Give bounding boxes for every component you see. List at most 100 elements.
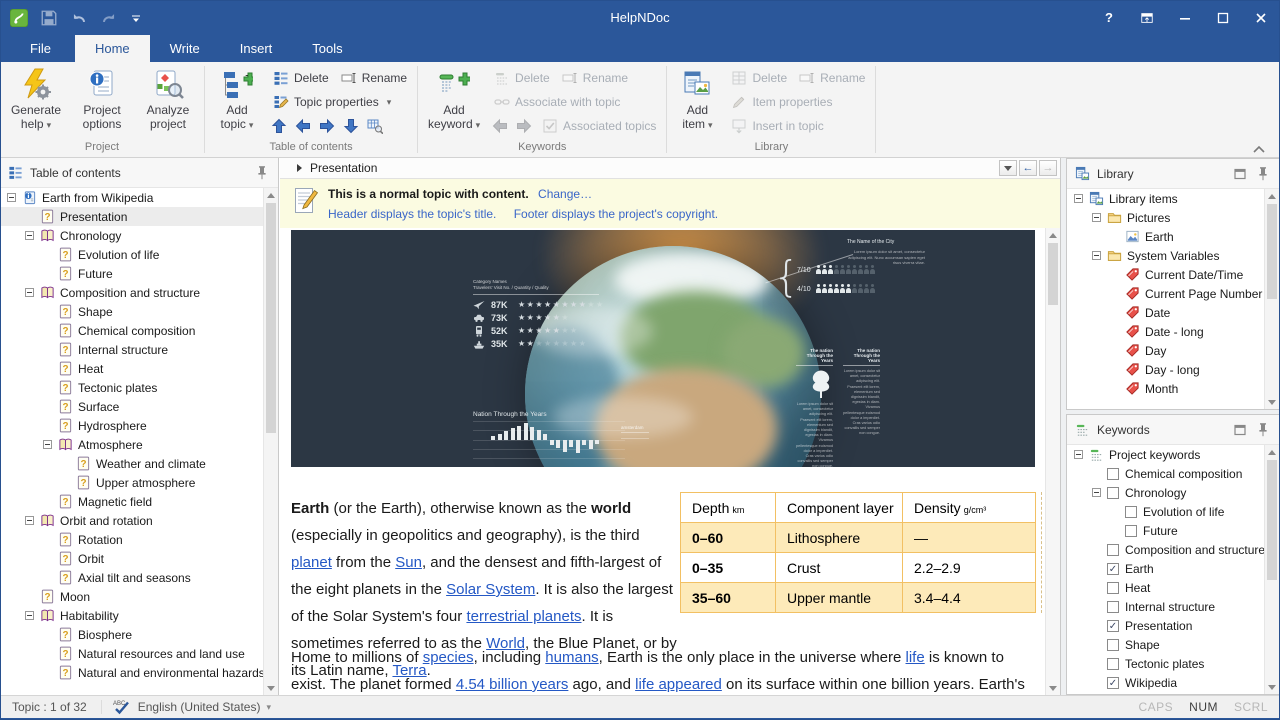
toc-tree-item[interactable]: Habitability — [0, 606, 263, 625]
keyword-checkbox[interactable] — [1125, 525, 1137, 537]
toc-tree-item[interactable]: ?Internal structure — [0, 340, 263, 359]
pin-icon[interactable] — [1255, 166, 1271, 182]
editor-scrollbar[interactable] — [1045, 228, 1060, 695]
table-header-cell[interactable]: Depthkm — [681, 493, 776, 523]
topic-link[interactable]: humans — [545, 649, 598, 666]
toc-tree-item[interactable]: ?Magnetic field — [0, 492, 263, 511]
rename-topic-button[interactable]: Rename — [335, 68, 413, 88]
toc-tree-item[interactable]: ?Heat — [0, 359, 263, 378]
topic-paragraph-2[interactable]: Home to millions of species, including h… — [291, 644, 1039, 695]
redo-icon[interactable] — [100, 9, 118, 27]
tree-expander-icon[interactable] — [25, 516, 34, 525]
keyword-tree-item[interactable]: Shape — [1067, 635, 1264, 654]
generate-help-button[interactable]: Generate help▾ — [4, 64, 68, 132]
keyword-tree-item[interactable]: Project keywords — [1067, 445, 1264, 464]
keyword-checkbox[interactable] — [1107, 468, 1119, 480]
tree-expander-icon[interactable] — [43, 440, 52, 449]
project-options-button[interactable]: Project options — [70, 64, 134, 131]
library-tree-item[interactable]: Current Date/Time — [1067, 265, 1264, 284]
add-keyword-button[interactable]: Add keyword▾ — [422, 64, 486, 132]
topic-link[interactable]: planet — [291, 554, 332, 571]
associate-with-topic-button[interactable]: Associate with topic — [488, 92, 626, 112]
minimize-button[interactable] — [1166, 0, 1204, 35]
keyword-tree-item[interactable]: Tectonic plates — [1067, 654, 1264, 673]
customize-quick-access-icon[interactable] — [130, 9, 142, 27]
topic-link[interactable]: life appeared — [635, 676, 722, 693]
keywords-scrollbar[interactable] — [1264, 445, 1279, 694]
topic-link[interactable]: terrestrial planets — [466, 608, 581, 625]
toc-tree-item[interactable]: ?Upper atmosphere — [0, 473, 263, 492]
toc-scrollbar[interactable] — [263, 188, 278, 695]
toc-tree-item[interactable]: ?Natural and environmental hazards — [0, 663, 263, 682]
note-change-link[interactable]: Change… — [538, 187, 592, 201]
tree-expander-icon[interactable] — [25, 231, 34, 240]
analyze-project-button[interactable]: Analyze project — [136, 64, 200, 131]
table-header-cell[interactable]: Component layer — [776, 493, 903, 523]
maximize-panel-icon[interactable] — [1232, 422, 1248, 438]
topic-caret-icon[interactable] — [297, 164, 302, 172]
prev-keyword-button[interactable] — [488, 116, 512, 136]
tab-insert[interactable]: Insert — [220, 35, 293, 62]
toc-tree-item[interactable]: ?Surface — [0, 397, 263, 416]
toc-tree-item[interactable]: ?Chemical composition — [0, 321, 263, 340]
keyword-checkbox[interactable]: ✓ — [1107, 620, 1119, 632]
keyword-checkbox[interactable] — [1125, 506, 1137, 518]
associated-topics-button[interactable]: Associated topics — [536, 116, 662, 136]
tab-tools[interactable]: Tools — [292, 35, 362, 62]
toc-tree-item[interactable]: Atmosphere — [0, 435, 263, 454]
library-tree-item[interactable]: Date — [1067, 303, 1264, 322]
maximize-button[interactable] — [1204, 0, 1242, 35]
library-tree-item[interactable]: Earth — [1067, 227, 1264, 246]
toc-tree-item[interactable]: Orbit and rotation — [0, 511, 263, 530]
help-button[interactable]: ? — [1090, 0, 1128, 35]
save-icon[interactable] — [40, 9, 58, 27]
toc-tree-item[interactable]: ?Biosphere — [0, 625, 263, 644]
toc-tree-item[interactable]: ?Rotation — [0, 530, 263, 549]
library-tree-item[interactable]: Library items — [1067, 189, 1264, 208]
undo-icon[interactable] — [70, 9, 88, 27]
keyword-checkbox[interactable] — [1107, 639, 1119, 651]
toc-tree-item[interactable]: Composition and structure — [0, 283, 263, 302]
toc-tree-item[interactable]: Earth from Wikipedia — [0, 188, 263, 207]
topic-back-button[interactable]: ← — [1019, 160, 1037, 176]
toc-tree-item[interactable]: ?Shape — [0, 302, 263, 321]
toc-tree-item[interactable]: ?Axial tilt and seasons — [0, 568, 263, 587]
move-topic-right-button[interactable] — [315, 116, 339, 136]
table-row[interactable]: 0–35Crust2.2–2.9 — [681, 553, 1036, 583]
rename-item-button[interactable]: Rename — [793, 68, 871, 88]
insert-in-topic-button[interactable]: Insert in topic — [725, 116, 829, 136]
keyword-tree-item[interactable]: ✓Wikipedia — [1067, 673, 1264, 692]
app-logo-icon[interactable] — [10, 9, 28, 27]
depth-table[interactable]: DepthkmComponent layerDensityg/cm³0–60Li… — [680, 492, 1042, 613]
keyword-tree-item[interactable]: Composition and structure — [1067, 540, 1264, 559]
keyword-tree-item[interactable]: Internal structure — [1067, 597, 1264, 616]
library-tree-item[interactable]: Day — [1067, 341, 1264, 360]
topic-dropdown-button[interactable] — [999, 160, 1017, 176]
language-dropdown-icon[interactable]: ▾ — [266, 702, 271, 713]
ribbon-display-options-button[interactable] — [1128, 0, 1166, 35]
tree-expander-icon[interactable] — [1092, 251, 1101, 260]
move-topic-down-button[interactable] — [339, 116, 363, 136]
table-header-cell[interactable]: Densityg/cm³ — [903, 493, 1036, 523]
toc-tree-item[interactable]: ?Moon — [0, 587, 263, 606]
keyword-tree-item[interactable]: Future — [1067, 521, 1264, 540]
keyword-checkbox[interactable] — [1107, 658, 1119, 670]
library-tree-item[interactable]: Month — [1067, 379, 1264, 398]
move-topic-up-button[interactable] — [267, 116, 291, 136]
keyword-tree-item[interactable]: Evolution of life — [1067, 502, 1264, 521]
toc-tree-item[interactable]: ?Weather and climate — [0, 454, 263, 473]
tree-expander-icon[interactable] — [25, 288, 34, 297]
topic-link[interactable]: species — [423, 649, 474, 666]
table-row[interactable]: 0–60Lithosphere— — [681, 523, 1036, 553]
keyword-tree-item[interactable]: Chronology — [1067, 483, 1264, 502]
spellcheck-icon[interactable]: ABC — [112, 699, 130, 715]
tab-file[interactable]: File — [6, 35, 75, 62]
toc-tree-item[interactable]: ?Future — [0, 264, 263, 283]
tree-expander-icon[interactable] — [1074, 194, 1083, 203]
topic-link[interactable]: life — [906, 649, 925, 666]
add-item-button[interactable]: Add item▾ — [671, 64, 723, 132]
note-header-link[interactable]: Header displays the topic's title. — [328, 207, 496, 221]
keyword-checkbox[interactable] — [1107, 544, 1119, 556]
tab-write[interactable]: Write — [150, 35, 220, 62]
next-keyword-button[interactable] — [512, 116, 536, 136]
